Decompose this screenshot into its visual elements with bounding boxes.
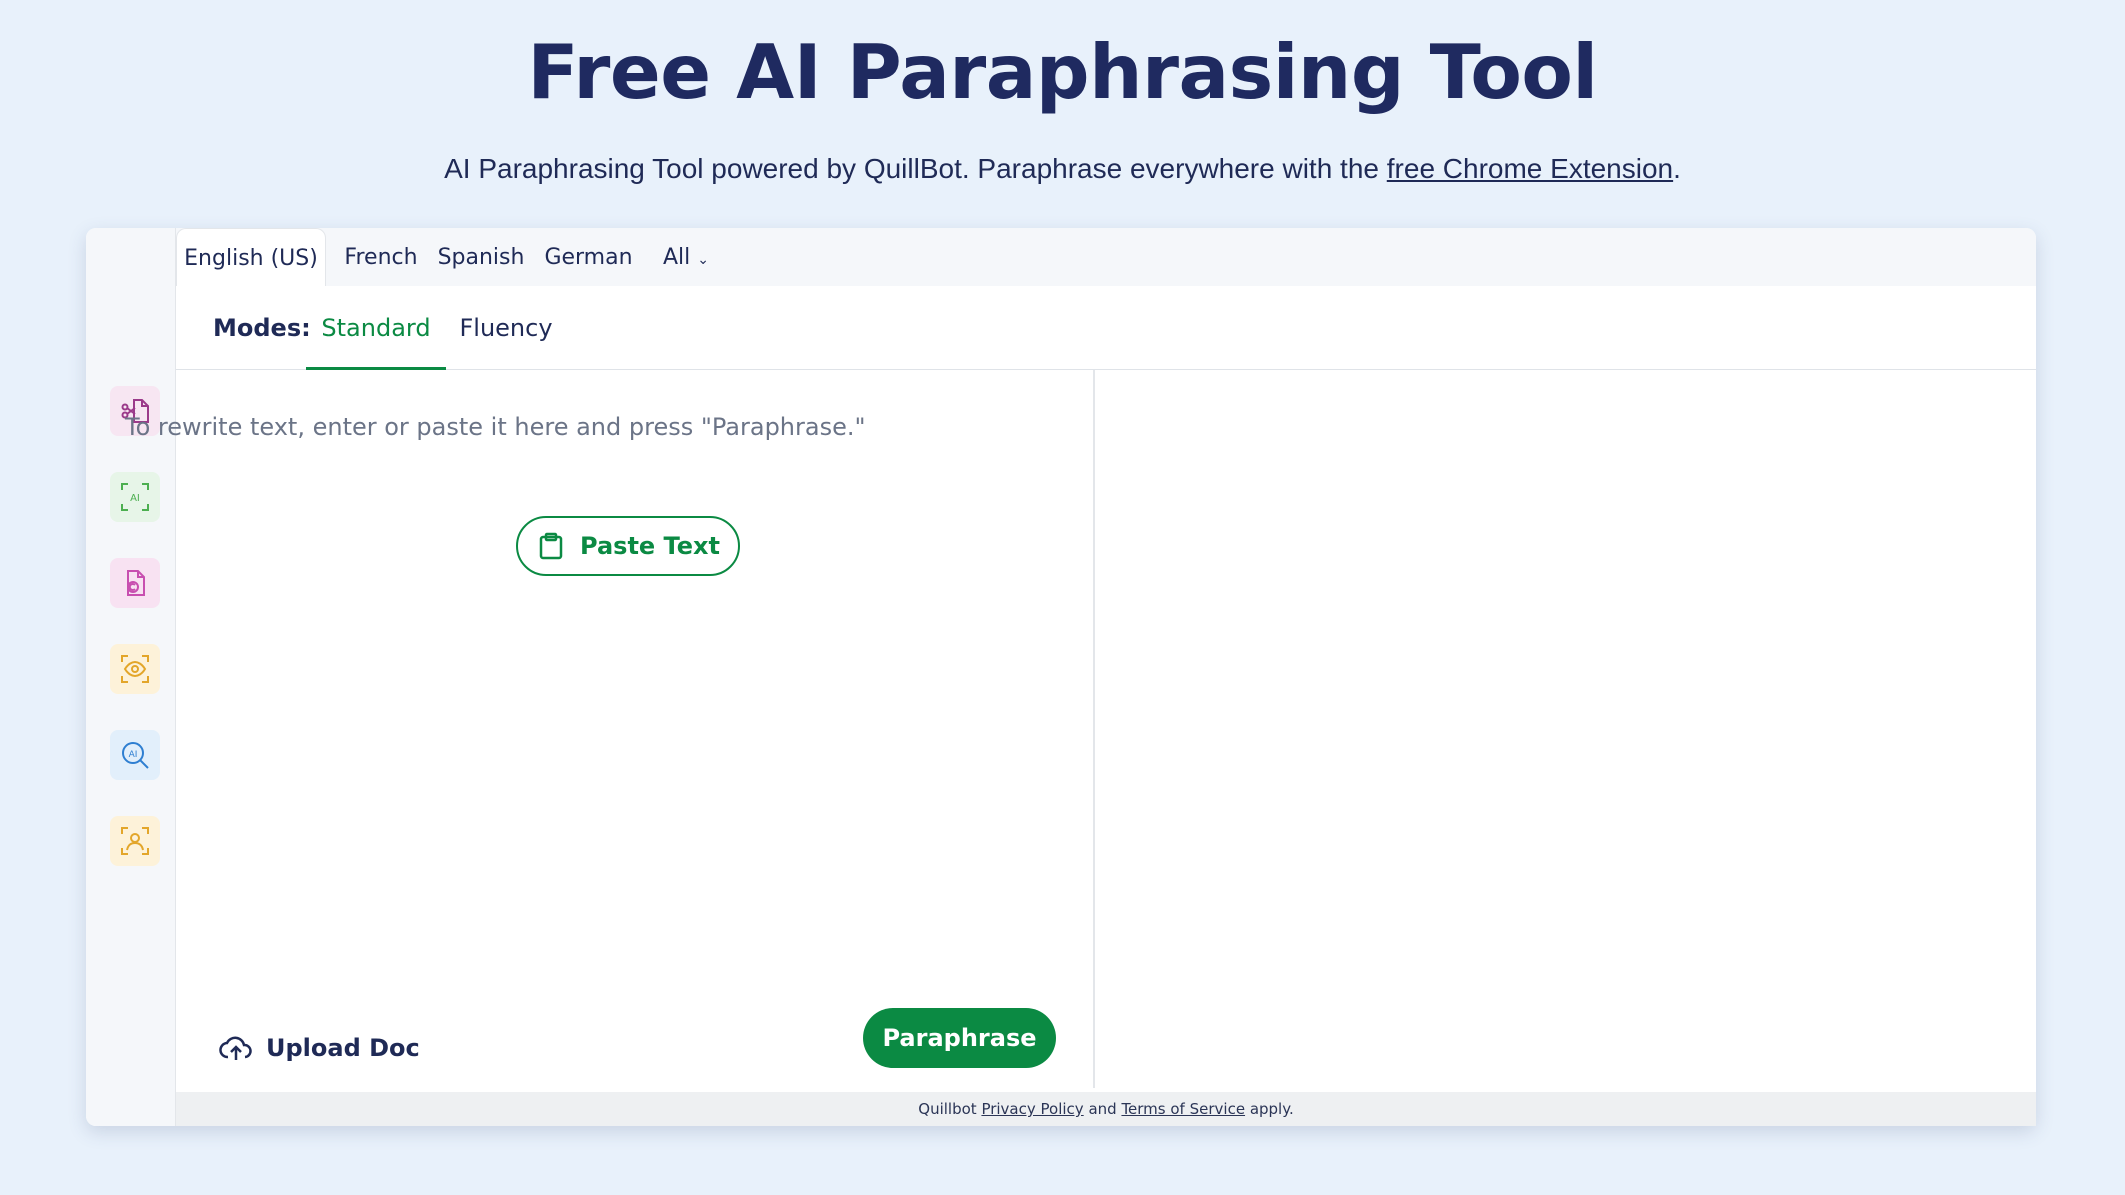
ai-detector-tool-button[interactable]: AI (110, 472, 160, 522)
modes-label: Modes: (213, 314, 311, 342)
eye-scan-icon (121, 655, 149, 683)
ai-search-tool-button[interactable]: AI (110, 730, 160, 780)
subtitle-text: AI Paraphrasing Tool powered by QuillBot… (444, 153, 1387, 184)
tools-sidebar: AI AI (86, 228, 176, 1126)
ai-detector-icon: AI (121, 483, 149, 511)
upload-doc-button[interactable]: Upload Doc (218, 1018, 420, 1078)
humanizer-tool-button[interactable] (110, 816, 160, 866)
upload-doc-label: Upload Doc (266, 1034, 420, 1062)
chevron-down-icon: ⌄ (697, 252, 709, 268)
paraphraser-card: AI AI English (US) French Spanish German… (86, 228, 2036, 1126)
tab-all-languages[interactable]: All ⌄ (651, 228, 721, 288)
chrome-extension-link[interactable]: free Chrome Extension (1387, 153, 1673, 184)
plagiarism-checker-icon (127, 570, 145, 596)
cloud-upload-icon (219, 1036, 252, 1060)
page-subtitle: AI Paraphrasing Tool powered by QuillBot… (0, 153, 2125, 185)
humanizer-icon (121, 827, 149, 855)
tab-french[interactable]: French (336, 228, 426, 288)
svg-text:AI: AI (130, 493, 140, 504)
mode-fluency[interactable]: Fluency (451, 286, 561, 370)
mode-standard[interactable]: Standard (306, 286, 446, 370)
clipboard-icon (539, 532, 563, 560)
ai-search-icon: AI (122, 742, 149, 769)
tab-spanish[interactable]: Spanish (426, 228, 536, 288)
language-tabs: English (US) French Spanish German All ⌄ (176, 228, 2036, 288)
paraphrase-button[interactable]: Paraphrase (863, 1008, 1056, 1068)
page-title: Free AI Paraphrasing Tool (527, 28, 1598, 116)
paste-text-button[interactable]: Paste Text (516, 516, 740, 576)
input-placeholder[interactable]: To rewrite text, enter or paste it here … (125, 413, 866, 441)
svg-text:AI: AI (129, 750, 138, 760)
eye-scan-tool-button[interactable] (110, 644, 160, 694)
subtitle-suffix: . (1673, 153, 1681, 184)
tab-german[interactable]: German (536, 228, 641, 288)
editor-divider (1093, 370, 1095, 1088)
tab-english-us[interactable]: English (US) (176, 228, 326, 288)
plagiarism-tool-button[interactable] (110, 558, 160, 608)
paste-text-label: Paste Text (580, 532, 720, 560)
tab-all-label: All (662, 245, 691, 270)
modes-bar: Modes: Standard Fluency (176, 286, 2036, 370)
